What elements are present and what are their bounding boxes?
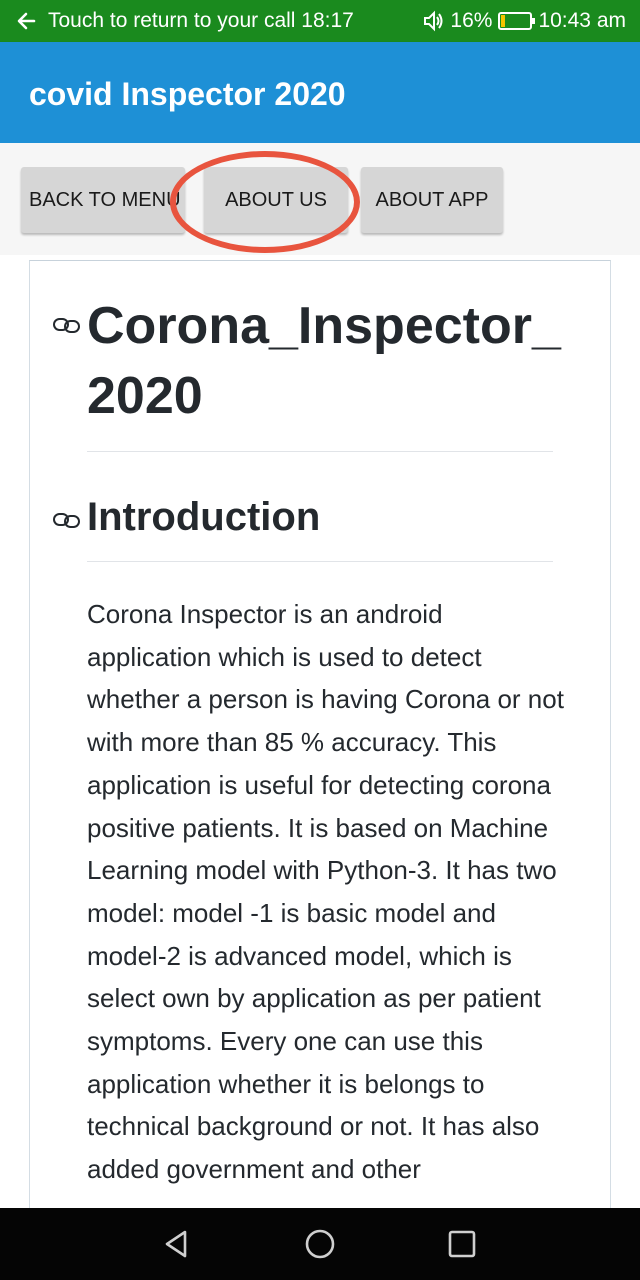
app-title: covid Inspector 2020 xyxy=(29,76,346,112)
volume-icon xyxy=(424,10,443,32)
battery-percent: 16% xyxy=(450,9,493,32)
about-us-button[interactable]: ABOUT US xyxy=(204,167,348,233)
status-bar: Touch to return to your call 18:17 16% 1… xyxy=(0,0,640,42)
back-to-menu-button[interactable]: BACK TO MENU xyxy=(21,167,185,233)
nav-back-icon[interactable] xyxy=(161,1228,193,1260)
link-icon[interactable] xyxy=(52,511,82,529)
page-title: Corona_Inspector_2020 xyxy=(87,297,561,425)
system-nav-bar xyxy=(0,1208,640,1280)
section-heading: Introduction xyxy=(87,495,321,539)
nav-recents-icon[interactable] xyxy=(446,1228,478,1260)
divider xyxy=(87,451,553,452)
clock: 10:43 am xyxy=(538,9,626,32)
battery-icon xyxy=(498,12,536,30)
app-bar: covid Inspector 2020 xyxy=(0,42,640,143)
content-card: Corona_Inspector_2020 Introduction Coron… xyxy=(29,260,611,1220)
link-icon[interactable] xyxy=(52,316,82,334)
status-indicators: 16% 10:43 am xyxy=(416,9,626,33)
intro-paragraph: Corona Inspector is an android applicati… xyxy=(87,599,564,1185)
back-arrow-icon[interactable] xyxy=(14,8,38,34)
nav-home-icon[interactable] xyxy=(304,1228,336,1260)
about-app-button[interactable]: ABOUT APP xyxy=(361,167,503,233)
nav-button-row: BACK TO MENU ABOUT US ABOUT APP xyxy=(0,143,640,255)
return-to-call-text[interactable]: Touch to return to your call 18:17 xyxy=(48,9,354,33)
divider xyxy=(87,561,553,562)
